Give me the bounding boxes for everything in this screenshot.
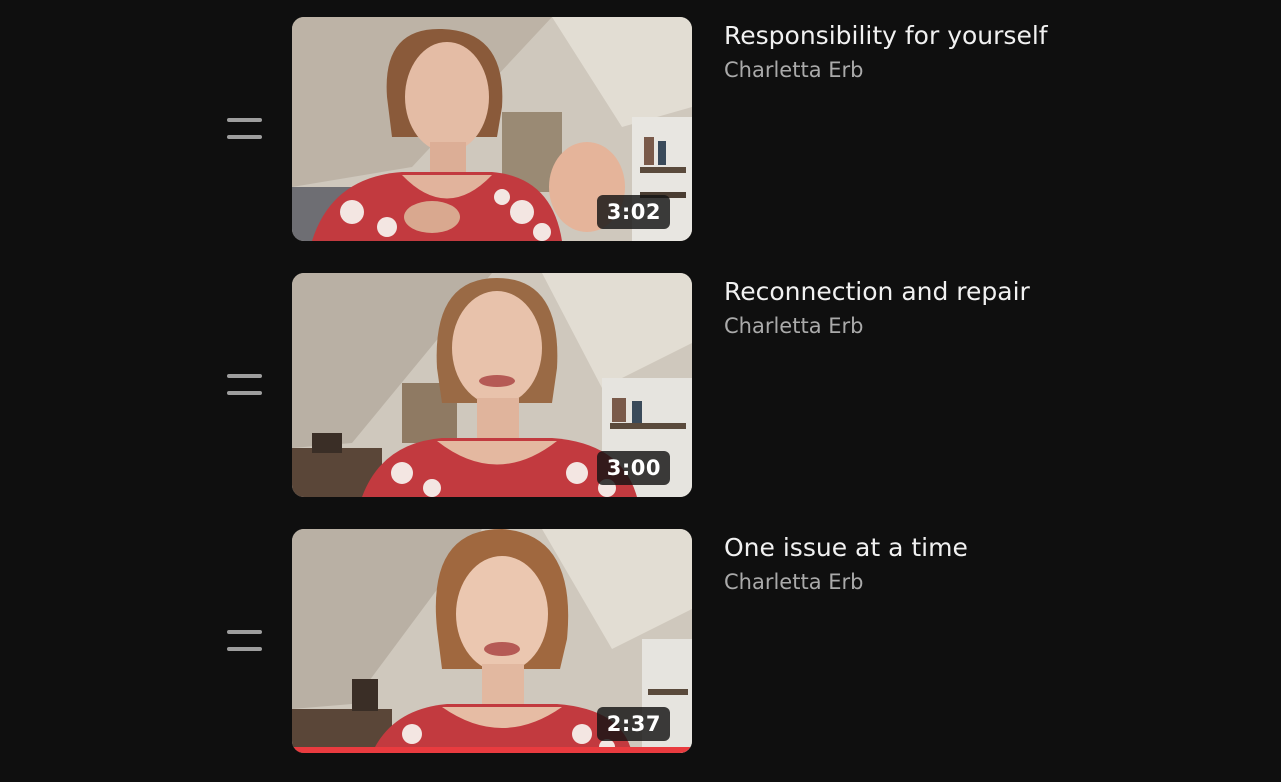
video-thumbnail[interactable]: 3:00 bbox=[292, 273, 692, 497]
channel-name: Charletta Erb bbox=[724, 570, 864, 594]
video-duration: 3:00 bbox=[596, 451, 670, 485]
video-meta: Responsibility for yourself Charletta Er… bbox=[724, 16, 1244, 86]
drag-handle-icon[interactable] bbox=[224, 116, 264, 142]
video-meta: One issue at a time Charletta Erb bbox=[724, 528, 1244, 598]
video-meta: Reconnection and repair Charletta Erb bbox=[724, 272, 1244, 342]
video-thumbnail[interactable]: 2:37 bbox=[292, 529, 692, 753]
drag-handle-icon[interactable] bbox=[224, 628, 264, 654]
playlist-item[interactable]: 3:02 Responsibility for yourself Charlet… bbox=[0, 16, 1281, 242]
playlist: 3:02 Responsibility for yourself Charlet… bbox=[0, 0, 1281, 782]
channel-name: Charletta Erb bbox=[724, 58, 864, 82]
playlist-item[interactable]: 2:37 One issue at a time Charletta Erb bbox=[0, 528, 1281, 754]
video-duration: 2:37 bbox=[596, 707, 670, 741]
video-title[interactable]: Reconnection and repair bbox=[724, 274, 1244, 310]
video-title[interactable]: Responsibility for yourself bbox=[724, 18, 1244, 54]
video-duration: 3:02 bbox=[596, 195, 670, 229]
video-thumbnail[interactable]: 3:02 bbox=[292, 17, 692, 241]
watch-progress-bar bbox=[292, 747, 692, 753]
playlist-item[interactable]: 3:00 Reconnection and repair Charletta E… bbox=[0, 272, 1281, 498]
drag-handle-icon[interactable] bbox=[224, 372, 264, 398]
video-title[interactable]: One issue at a time bbox=[724, 530, 1244, 566]
channel-name: Charletta Erb bbox=[724, 314, 864, 338]
